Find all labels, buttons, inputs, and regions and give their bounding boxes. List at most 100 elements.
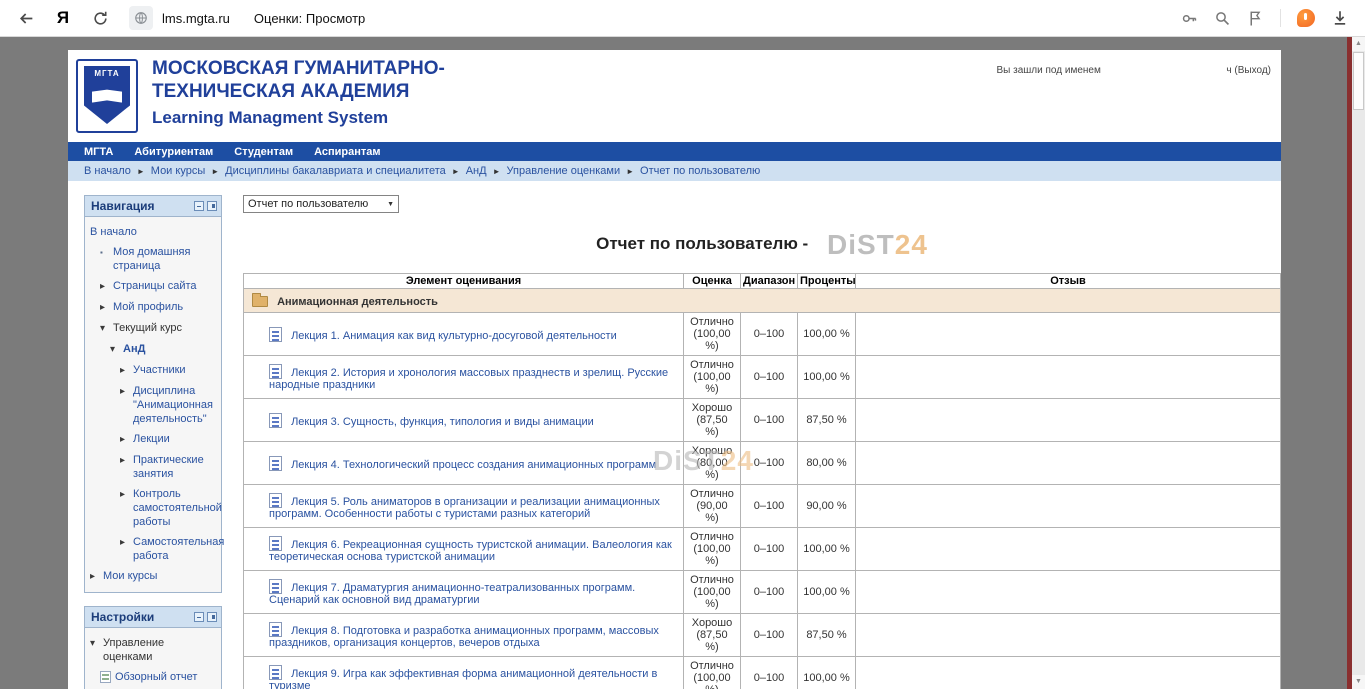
- sidebar-item[interactable]: Практические занятия: [118, 450, 218, 484]
- topnav-item[interactable]: Аспирантам: [314, 146, 380, 158]
- breadcrumb-separator-icon: ►: [626, 167, 634, 176]
- block-collapse-icon[interactable]: [194, 612, 204, 622]
- grade-item-link[interactable]: Лекция 3. Сущность, функция, типология и…: [291, 416, 594, 428]
- extension-icon[interactable]: [1297, 9, 1315, 27]
- scroll-up-button[interactable]: [1352, 37, 1365, 51]
- percent-cell: 100,00 %: [798, 528, 856, 571]
- sidebar-item-label[interactable]: Участники: [133, 363, 186, 378]
- scroll-thumb[interactable]: [1353, 52, 1364, 110]
- settings-block-header: Настройки: [85, 607, 221, 628]
- report-select[interactable]: Отчет по пользователю ▼: [243, 195, 399, 213]
- collapsed-icon: [120, 487, 133, 529]
- yandex-menu-button[interactable]: Я: [49, 4, 77, 32]
- sidebar-item-label[interactable]: Управление оценками: [103, 636, 216, 664]
- sidebar-item[interactable]: Мои курсы: [88, 566, 218, 587]
- sidebar-item[interactable]: Самостоятельная работа: [118, 532, 218, 566]
- sidebar-item-label[interactable]: Моя домашняя страница: [113, 245, 216, 273]
- grade-label: Хорошо: [689, 402, 735, 414]
- expanded-icon: [110, 342, 123, 357]
- topnav-item[interactable]: Студентам: [234, 146, 293, 158]
- breadcrumb-link[interactable]: Отчет по пользователю: [640, 165, 760, 177]
- sidebar-item[interactable]: АнД: [108, 339, 218, 360]
- block-dock-icon[interactable]: [207, 201, 217, 211]
- scrollbar[interactable]: [1352, 37, 1365, 689]
- sidebar-item-label[interactable]: Мой профиль: [113, 300, 183, 315]
- sidebar-item[interactable]: В начало: [88, 222, 218, 242]
- mgta-logo[interactable]: МГТА: [76, 59, 138, 133]
- address-url[interactable]: lms.mgta.ru: [162, 11, 230, 26]
- grade-item-link[interactable]: Лекция 9. Игра как эффективная форма ани…: [269, 668, 657, 689]
- sidebar-item[interactable]: Мой профиль: [98, 297, 218, 318]
- breadcrumb-item: АнД ►: [466, 165, 507, 177]
- grade-item-link[interactable]: Лекция 4. Технологический процесс создан…: [291, 459, 656, 471]
- site-title: МОСКОВСКАЯ ГУМАНИТАРНО- ТЕХНИЧЕСКАЯ АКАД…: [152, 57, 445, 128]
- grade-table-row: Лекция 1. Анимация как вид культурно-дос…: [244, 313, 1281, 356]
- block-collapse-icon[interactable]: [194, 201, 204, 211]
- topnav-item[interactable]: МГТА: [84, 146, 113, 158]
- grade-item-link[interactable]: Лекция 2. История и хронология массовых …: [269, 367, 668, 391]
- back-icon: [18, 10, 35, 27]
- grade-item-link[interactable]: Лекция 6. Рекреационная сущность туристс…: [269, 539, 672, 563]
- sidebar-item-label[interactable]: Обзорный отчет: [115, 670, 197, 684]
- grade-item-link[interactable]: Лекция 8. Подготовка и разработка анимац…: [269, 625, 659, 649]
- breadcrumb-link[interactable]: АнД: [466, 165, 487, 177]
- grade-rows: Лекция 1. Анимация как вид культурно-дос…: [244, 313, 1281, 689]
- grade-table-row: Лекция 2. История и хронология массовых …: [244, 356, 1281, 399]
- sidebar-item[interactable]: Моя домашняя страница: [98, 242, 218, 276]
- block-dock-icon[interactable]: [207, 612, 217, 622]
- grade-value: (90,00 %): [689, 500, 735, 524]
- topnav-item[interactable]: Абитуриентам: [134, 146, 213, 158]
- browser-toolbar-right: [1181, 9, 1365, 27]
- assignment-icon: [269, 364, 282, 379]
- feedback-cell: [856, 399, 1281, 442]
- collapsed-icon: [90, 569, 103, 584]
- sidebar-item-label[interactable]: Мои курсы: [103, 569, 157, 584]
- sidebar-item-label[interactable]: В начало: [90, 225, 137, 239]
- sidebar-item-label[interactable]: Текущий курс: [113, 321, 182, 336]
- logout-link[interactable]: ч (Выход): [1226, 65, 1271, 76]
- sidebar-item[interactable]: Управление оценками: [88, 633, 218, 667]
- grade-item-link[interactable]: Лекция 1. Анимация как вид культурно-дос…: [291, 330, 617, 342]
- sidebar-item[interactable]: Участники: [118, 360, 218, 381]
- sidebar-item[interactable]: Обзорный отчет: [98, 667, 218, 687]
- sidebar-item-label[interactable]: Лекции: [133, 432, 170, 447]
- sidebar-item[interactable]: Страницы сайта: [98, 276, 218, 297]
- breadcrumb-link[interactable]: В начало: [84, 165, 131, 177]
- sidebar-item-label[interactable]: Контроль самостоятельной работы: [133, 487, 222, 529]
- bookmark-flag-icon[interactable]: [1247, 10, 1264, 27]
- grade-value: (100,00 %): [689, 371, 735, 395]
- column-header: Отзыв: [856, 274, 1281, 289]
- sidebar-item-label[interactable]: Дисциплина "Анимационная деятельность": [133, 384, 216, 426]
- grade-cell: Отлично (100,00 %): [684, 313, 741, 356]
- sidebar-item[interactable]: Дисциплина "Анимационная деятельность": [118, 381, 218, 429]
- scroll-down-button[interactable]: [1352, 675, 1365, 689]
- sidebar-item-label[interactable]: АнД: [123, 342, 145, 357]
- page-body: Навигация В начало Моя домашняя страница…: [68, 181, 1281, 689]
- grade-item-link[interactable]: Лекция 5. Роль аниматоров в организации …: [269, 496, 660, 520]
- search-icon[interactable]: [1214, 10, 1231, 27]
- sidebar-item-label[interactable]: Самостоятельная работа: [133, 535, 224, 563]
- breadcrumb-link[interactable]: Управление оценками: [507, 165, 621, 177]
- sidebar-item[interactable]: Лекции: [118, 429, 218, 450]
- sidebar-item-label[interactable]: Страницы сайта: [113, 279, 197, 294]
- folder-icon: [252, 296, 268, 307]
- sidebar-item[interactable]: Контроль самостоятельной работы: [118, 484, 218, 532]
- grade-item-link[interactable]: Лекция 7. Драматургия анимационно-театра…: [269, 582, 635, 606]
- breadcrumb-link[interactable]: Мои курсы: [151, 165, 205, 177]
- download-icon[interactable]: [1331, 9, 1349, 27]
- back-button[interactable]: [12, 4, 40, 32]
- key-icon[interactable]: [1181, 10, 1198, 27]
- sidebar-item[interactable]: Текущий курс: [98, 318, 218, 339]
- range-cell: 0–100: [741, 657, 798, 689]
- refresh-button[interactable]: [86, 4, 114, 32]
- grade-table-row: Лекция 8. Подготовка и разработка анимац…: [244, 614, 1281, 657]
- breadcrumb-item: Мои курсы ►: [151, 165, 225, 177]
- navigation-block-header: Навигация: [85, 196, 221, 217]
- sidebar-item-label[interactable]: Практические занятия: [133, 453, 216, 481]
- feedback-cell: [856, 485, 1281, 528]
- percent-cell: 87,50 %: [798, 614, 856, 657]
- breadcrumb-link[interactable]: Дисциплины бакалавриата и специалитета: [225, 165, 446, 177]
- grade-table-row: Лекция 5. Роль аниматоров в организации …: [244, 485, 1281, 528]
- settings-block: Настройки Управление оценками Обзорный о…: [84, 606, 222, 689]
- settings-tree: Управление оценками Обзорный отчет Отчет…: [85, 628, 221, 689]
